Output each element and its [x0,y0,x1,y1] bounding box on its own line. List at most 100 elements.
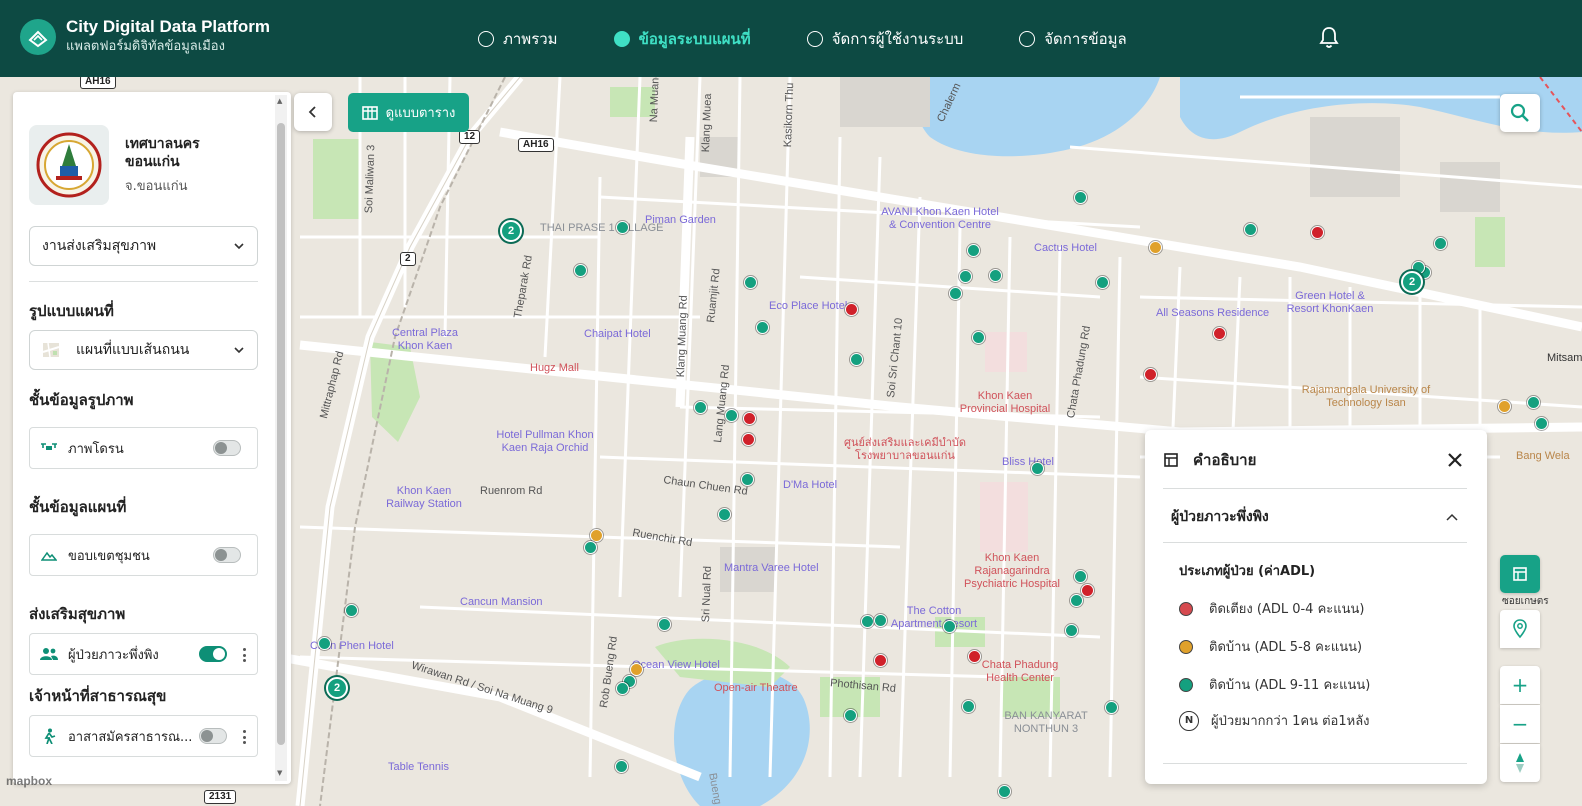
main-nav: ภาพรวม ข้อมูลระบบแผนที่ จัดการผู้ใช้งานร… [478,0,1183,77]
zoom-in-button[interactable]: + [1500,666,1540,704]
mapbox-attribution[interactable]: mapbox [6,774,52,788]
close-icon[interactable] [1445,450,1465,470]
patient-marker[interactable] [1105,701,1118,714]
plus-icon: + [1511,673,1529,697]
patient-marker[interactable] [741,473,754,486]
patient-marker[interactable] [962,700,975,713]
more-options-icon[interactable] [241,728,247,746]
layer-health-volunteers: อาสาสมัครสาธารณ... [29,715,258,757]
category-select[interactable]: งานส่งเสริมสุขภาพ [29,226,258,266]
legend-item-label: ติดบ้าน (ADL 9-11 คะแนน) [1209,678,1371,693]
chevron-up-icon[interactable] [1445,510,1459,524]
nav-label: ข้อมูลระบบแผนที่ [638,29,751,48]
cluster-marker[interactable]: 2 [326,677,348,699]
patient-marker[interactable] [1244,223,1257,236]
map-thumbnail-icon [42,342,60,358]
scrollbar-thumb[interactable] [277,123,285,745]
patient-marker[interactable] [590,529,603,542]
patient-marker[interactable] [1535,417,1548,430]
patient-marker[interactable] [968,650,981,663]
patient-marker[interactable] [1096,276,1109,289]
patient-marker[interactable] [616,682,629,695]
zoom-out-button[interactable]: − [1500,705,1540,743]
legend-item-multiple-patients: N ผู้ป่วยมากกว่า 1คน ต่อ1หลัง [1179,710,1370,731]
patient-marker[interactable] [874,614,887,627]
patient-marker[interactable] [861,615,874,628]
nav-user-management[interactable]: จัดการผู้ใช้งานระบบ [806,27,963,51]
nav-map-data[interactable]: ข้อมูลระบบแผนที่ [613,27,751,51]
patient-marker[interactable] [972,331,985,344]
dependent-patients-toggle[interactable] [199,646,227,662]
cluster-marker[interactable]: 2 [500,220,522,242]
patient-marker[interactable] [1527,396,1540,409]
patient-marker[interactable] [844,709,857,722]
patient-marker[interactable] [318,637,331,650]
patient-marker[interactable] [1213,327,1226,340]
table-view-button[interactable]: ดูแบบตาราง [348,93,469,132]
more-options-icon[interactable] [241,646,247,664]
patient-marker[interactable] [615,760,628,773]
poi-label: BAN KANYARAT NONTHUN 3 [1004,710,1088,735]
legend-group-title[interactable]: ผู้ป่วยภาวะพึ่งพิง [1171,506,1269,528]
drone-toggle[interactable] [213,440,241,456]
patient-marker[interactable] [845,303,858,316]
patient-marker[interactable] [959,270,972,283]
patient-marker[interactable] [1149,241,1162,254]
patient-marker[interactable] [943,620,956,633]
organization-name: เทศบาลนครขอนแก่น [125,135,200,170]
cluster-marker[interactable]: 2 [1401,271,1423,293]
patient-marker[interactable] [1081,584,1094,597]
patient-marker[interactable] [630,663,643,676]
collapse-sidebar-button[interactable] [294,93,332,131]
patient-marker[interactable] [1031,462,1044,475]
map-search-button[interactable] [1500,94,1540,132]
patient-marker[interactable] [874,654,887,667]
patient-marker[interactable] [1434,237,1447,250]
chevron-down-icon [234,243,244,250]
patient-marker[interactable] [989,269,1002,282]
patient-marker[interactable] [743,412,756,425]
sidebar-scrollbar[interactable]: ▲ ▼ [275,95,287,781]
patient-marker[interactable] [694,401,707,414]
scroll-down-icon[interactable]: ▼ [277,769,282,777]
nav-overview[interactable]: ภาพรวม [478,27,558,51]
layer-label: อาสาสมัครสาธารณ... [68,729,193,745]
nav-label: จัดการข้อมูล [1044,29,1127,48]
patient-marker[interactable] [725,409,738,422]
patient-marker[interactable] [742,433,755,446]
legend-toggle-button[interactable] [1500,555,1540,593]
patient-marker[interactable] [1070,594,1083,607]
locate-button[interactable] [1500,610,1540,648]
patient-marker[interactable] [1144,368,1157,381]
patient-marker[interactable] [756,321,769,334]
scroll-up-icon[interactable]: ▲ [277,97,282,105]
patient-marker[interactable] [1498,400,1511,413]
patient-marker[interactable] [616,221,629,234]
road-shield: 2 [400,252,416,266]
patient-marker[interactable] [744,276,757,289]
patient-marker[interactable] [718,508,731,521]
patient-marker[interactable] [949,287,962,300]
bell-icon[interactable] [1318,26,1340,50]
patient-marker[interactable] [574,264,587,277]
patient-marker[interactable] [998,785,1011,798]
patient-marker[interactable] [1065,624,1078,637]
patient-marker[interactable] [658,618,671,631]
map-style-select[interactable]: แผนที่แบบเส้นถนน [29,330,258,370]
brand[interactable]: City Digital Data Platform แพลตฟอร์มดิจิ… [20,17,270,57]
patient-marker[interactable] [584,541,597,554]
community-boundary-toggle[interactable] [213,547,241,563]
compass-button[interactable] [1500,744,1540,782]
health-volunteers-toggle[interactable] [199,728,227,744]
walking-person-icon [40,728,58,744]
patient-marker[interactable] [1074,191,1087,204]
patient-marker[interactable] [967,244,980,257]
poi-label: Ocean View Hotel [632,659,720,671]
legend-item-label: ติดเตียง (ADL 0-4 คะแนน) [1209,602,1365,617]
nav-data-management[interactable]: จัดการข้อมูล [1019,27,1127,51]
patient-marker[interactable] [850,353,863,366]
patient-marker[interactable] [345,604,358,617]
chevron-down-icon [234,347,244,354]
patient-marker[interactable] [1074,570,1087,583]
patient-marker[interactable] [1311,226,1324,239]
